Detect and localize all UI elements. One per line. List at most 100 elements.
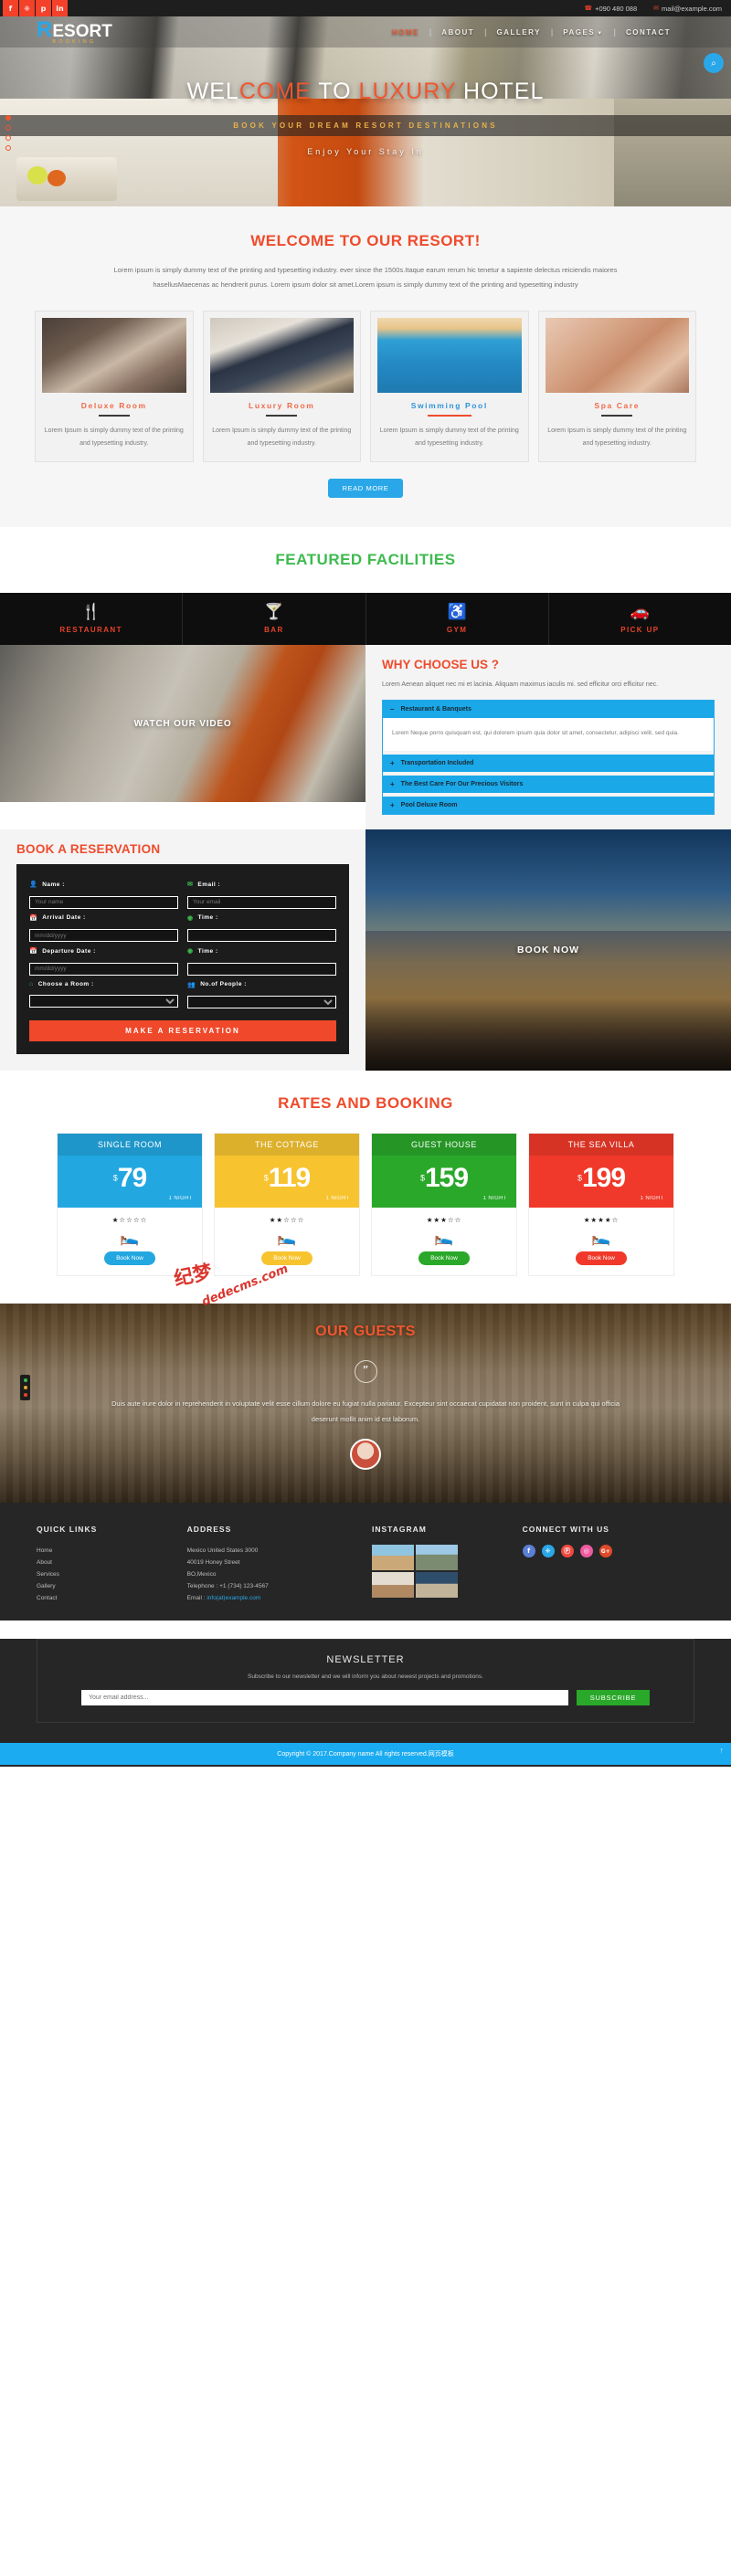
accordion-header[interactable]: + Pool Deluxe Room <box>383 797 714 815</box>
hero-subtitle-strip: BOOK YOUR DREAM RESORT DESTINATIONS <box>0 115 731 136</box>
book-now-panel[interactable]: BOOK NOW <box>366 829 731 1072</box>
twitter-icon[interactable]: ❈ <box>19 0 35 16</box>
star-rating: ★★★★☆ <box>583 1216 620 1225</box>
nav-item-pages[interactable]: PAGES ▼ <box>553 28 613 37</box>
footer-columns: QUICK LINKS Home About Services Gallery … <box>37 1525 694 1604</box>
departure-date-input[interactable] <box>29 962 178 976</box>
footer-link-services[interactable]: Services <box>37 1568 175 1580</box>
arrival-time-input[interactable] <box>187 929 336 943</box>
hero-dot-2[interactable] <box>5 125 11 131</box>
footer-link-home[interactable]: Home <box>37 1545 175 1557</box>
rates-title: RATES AND BOOKING <box>278 1094 453 1113</box>
make-reservation-button[interactable]: MAKE A RESERVATION <box>29 1020 336 1042</box>
plus-icon: + <box>390 801 395 810</box>
pinterest-icon[interactable]: p <box>36 0 51 16</box>
people-select[interactable] <box>187 996 336 1009</box>
instagram-thumb[interactable] <box>416 1572 458 1599</box>
nav-item-home[interactable]: HOME <box>382 28 429 37</box>
search-icon[interactable]: ⌕ <box>704 53 724 73</box>
read-more-button[interactable]: READ MORE <box>327 478 404 498</box>
subscribe-button[interactable]: SUBSCRIBE <box>577 1690 650 1706</box>
home-icon: ⌂ <box>29 980 34 987</box>
email-label: Email : <box>186 1595 207 1602</box>
scroll-to-top-icon[interactable]: ↑ <box>720 1746 725 1755</box>
dribbble-icon[interactable]: ◎ <box>579 1545 593 1558</box>
feature-card[interactable]: Swimming Pool Lorem Ipsum is simply dumm… <box>370 310 529 462</box>
welcome-paragraph: Lorem ipsum is simply dummy text of the … <box>113 266 618 289</box>
book-now-button[interactable]: Book Now <box>576 1251 627 1266</box>
book-now-button[interactable]: Book Now <box>418 1251 470 1266</box>
accordion-header[interactable]: + Transportation Included <box>383 755 714 773</box>
label-text: Time : <box>197 947 218 955</box>
rate-body: ★★★☆☆ 🛌 Book Now <box>372 1208 516 1276</box>
rate-name: THE SEA VILLA <box>529 1134 673 1156</box>
email-input[interactable] <box>187 895 336 909</box>
arrival-date-input[interactable] <box>29 929 178 943</box>
instagram-thumb[interactable] <box>372 1545 414 1571</box>
facility-restaurant[interactable]: 🍴 RESTAURANT <box>0 592 184 646</box>
control-dot-orange[interactable] <box>23 1386 27 1390</box>
accordion-header[interactable]: – Restaurant & Banquets <box>383 701 714 719</box>
copyright-bar: Copyright © 2017.Company name All rights… <box>0 1743 731 1766</box>
welcome-title: WELCOME TO OUR RESORT! <box>250 232 481 249</box>
card-title: Swimming Pool <box>410 400 488 410</box>
facilities-header: FEATURED FACILITIES <box>0 526 731 593</box>
email-link[interactable]: info(at)example.com <box>207 1595 260 1601</box>
instagram-thumb[interactable] <box>416 1545 458 1571</box>
address-line: Mexico United States 3000 <box>186 1547 259 1555</box>
control-dot-green[interactable] <box>23 1378 27 1383</box>
telephone-line: Telephone : +1 (734) 123-4567 <box>186 1583 269 1590</box>
video-why-row: WATCH OUR VIDEO WHY CHOOSE US ? Lorem Ae… <box>0 645 731 830</box>
instagram-thumb[interactable] <box>372 1572 414 1599</box>
rate-card-the-sea-villa: THE SEA VILLA $199 1 NIGHT ★★★★☆ 🛌 Book … <box>528 1133 674 1277</box>
email-item[interactable]: ✉ mail@example.com <box>653 5 722 13</box>
facebook-icon[interactable]: f <box>522 1545 535 1558</box>
facility-gym[interactable]: ♿ GYM <box>366 592 549 646</box>
control-dot-red[interactable] <box>23 1393 27 1398</box>
twitter-icon[interactable]: ❈ <box>541 1545 555 1558</box>
footer-link-contact[interactable]: Contact <box>37 1592 175 1604</box>
feature-card[interactable]: Deluxe Room Lorem Ipsum is simply dummy … <box>35 310 194 462</box>
linkedin-icon[interactable]: in <box>52 0 68 16</box>
hero-content: WELCOME TO LUXURY HOTEL BOOK YOUR DREAM … <box>0 79 731 156</box>
newsletter-form: SUBSCRIBE <box>81 1690 650 1706</box>
departure-time-input[interactable] <box>187 962 336 976</box>
rate-period: 1 NIGHT <box>640 1196 664 1202</box>
hero-dot-4[interactable] <box>5 145 11 151</box>
nav-item-contact[interactable]: CONTACT <box>616 28 681 37</box>
facebook-icon[interactable]: f <box>3 0 18 16</box>
footer-link-gallery[interactable]: Gallery <box>37 1580 175 1592</box>
site-logo[interactable]: RESORT BOOKING <box>37 18 112 46</box>
feature-card[interactable]: Spa Care Lorem Ipsum is simply dummy tex… <box>537 310 696 462</box>
accordion-header[interactable]: + The Best Care For Our Precious Visitor… <box>383 776 714 794</box>
plus-icon: + <box>390 780 395 789</box>
name-input[interactable] <box>29 895 178 909</box>
feature-card[interactable]: Luxury Room Lorem Ipsum is simply dummy … <box>202 310 361 462</box>
hero-dot-1[interactable] <box>5 115 11 121</box>
book-now-button[interactable]: Book Now <box>261 1251 313 1266</box>
choose-room-select[interactable] <box>29 995 178 1008</box>
accordion-body: Lorem Neque porro quisquam est, qui dolo… <box>383 718 714 752</box>
facility-pickup[interactable]: 🚗 PICK UP <box>549 593 731 646</box>
card-underline <box>266 414 298 417</box>
nav-item-about[interactable]: ABOUT <box>431 28 484 37</box>
facility-bar[interactable]: 🍸 BAR <box>183 592 366 646</box>
accordion-item-best-care: + The Best Care For Our Precious Visitor… <box>383 776 714 794</box>
nav-item-gallery[interactable]: GALLERY <box>486 28 550 37</box>
plus-icon: + <box>390 759 395 768</box>
field-name: 👤 Name : <box>29 875 178 909</box>
footer-link-about[interactable]: About <box>37 1557 175 1568</box>
hero-title: WELCOME TO LUXURY HOTEL <box>0 79 731 105</box>
reservation-title: BOOK A RESERVATION <box>16 842 161 857</box>
watch-video-panel[interactable]: WATCH OUR VIDEO <box>0 645 366 803</box>
newsletter-email-input[interactable] <box>81 1690 568 1706</box>
rate-name: THE COTTAGE <box>215 1134 359 1156</box>
hero-dot-3[interactable] <box>5 135 11 141</box>
phone-item[interactable]: ☎ +090 480 088 <box>584 5 637 13</box>
pinterest-icon[interactable]: Ⓟ <box>560 1545 574 1558</box>
book-now-button[interactable]: Book Now <box>104 1251 155 1266</box>
footer-instagram: INSTAGRAM <box>372 1525 510 1604</box>
rate-cards: SINGLE ROOM $79 1 NIGHT ★☆☆☆☆ 🛌 Book Now… <box>0 1133 731 1277</box>
google-plus-icon[interactable]: G+ <box>599 1545 612 1558</box>
newsletter-title: NEWSLETTER <box>326 1654 405 1666</box>
